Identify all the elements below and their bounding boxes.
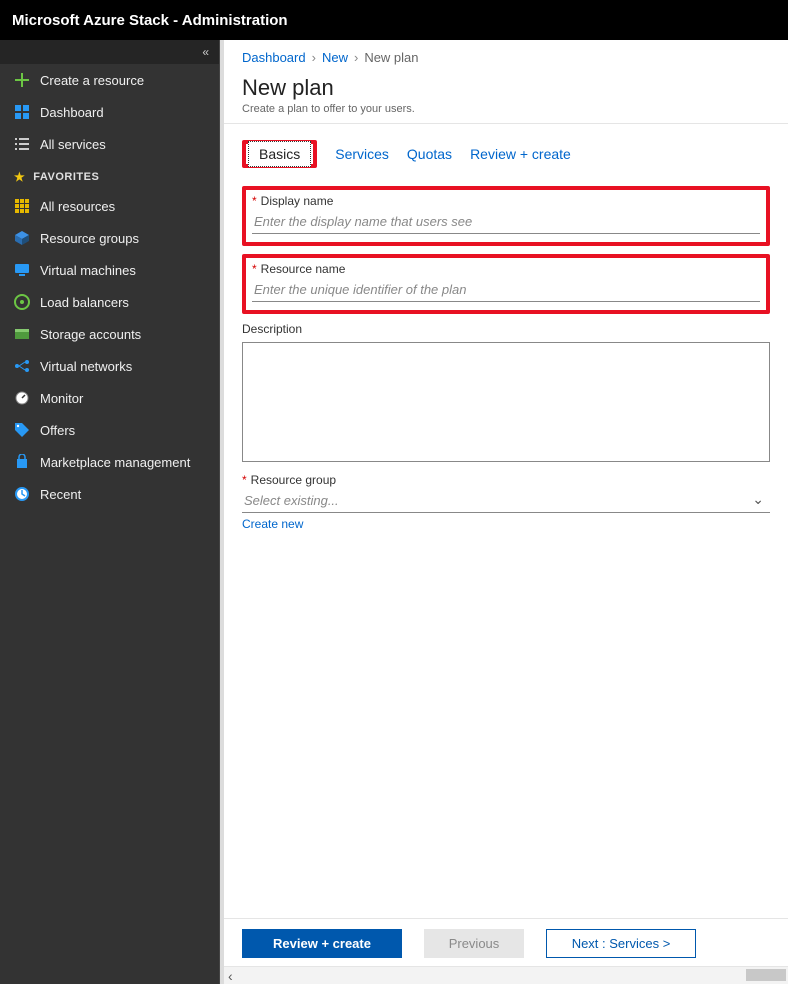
display-name-label: *Display name bbox=[252, 194, 760, 208]
shopping-bag-icon bbox=[14, 454, 30, 470]
display-name-input[interactable] bbox=[252, 210, 760, 234]
breadcrumb-current: New plan bbox=[364, 50, 418, 65]
sidebar-all-services[interactable]: All services bbox=[0, 128, 219, 160]
next-services-button[interactable]: Next : Services > bbox=[546, 929, 696, 958]
sidebar-item-resource-groups[interactable]: Resource groups bbox=[0, 222, 219, 254]
breadcrumb-new[interactable]: New bbox=[322, 50, 348, 65]
grid-icon bbox=[14, 198, 30, 214]
tab-review-create[interactable]: Review + create bbox=[470, 142, 571, 166]
nav-label: Monitor bbox=[40, 391, 83, 406]
monitor-icon bbox=[14, 262, 30, 278]
tag-icon bbox=[14, 422, 30, 438]
sidebar: « Create a resource Dashboard All servic… bbox=[0, 40, 220, 984]
tabs: Basics Services Quotas Review + create bbox=[224, 124, 788, 168]
sidebar-item-monitor[interactable]: Monitor bbox=[0, 382, 219, 414]
description-label: Description bbox=[242, 322, 770, 336]
nav-label: Virtual machines bbox=[40, 263, 136, 278]
plus-icon bbox=[14, 72, 30, 88]
main-panel: Dashboard › New › New plan New plan Crea… bbox=[220, 40, 788, 984]
required-mark: * bbox=[242, 473, 247, 487]
page-subtitle: Create a plan to offer to your users. bbox=[242, 103, 770, 115]
nav-label: All services bbox=[40, 137, 106, 152]
display-name-group: *Display name bbox=[242, 186, 770, 246]
sidebar-item-marketplace[interactable]: Marketplace management bbox=[0, 446, 219, 478]
nav-label: Load balancers bbox=[40, 295, 129, 310]
sidebar-item-storage-accounts[interactable]: Storage accounts bbox=[0, 318, 219, 350]
favorites-header: ★ FAVORITES bbox=[0, 160, 219, 190]
sidebar-create-resource[interactable]: Create a resource bbox=[0, 64, 219, 96]
resource-group-label: *Resource group bbox=[242, 473, 770, 487]
resource-group-group: *Resource group Select existing... Creat… bbox=[242, 473, 770, 531]
breadcrumb: Dashboard › New › New plan bbox=[224, 40, 788, 71]
chevron-double-left-icon: « bbox=[202, 45, 209, 59]
nav-label: Marketplace management bbox=[40, 455, 190, 470]
wizard-footer: Review + create Previous Next : Services… bbox=[224, 918, 788, 958]
clock-icon bbox=[14, 486, 30, 502]
app-title: Microsoft Azure Stack - Administration bbox=[12, 12, 288, 29]
chevron-right-icon: › bbox=[312, 50, 316, 65]
resource-name-group: *Resource name bbox=[242, 254, 770, 314]
resource-group-select[interactable]: Select existing... bbox=[242, 489, 770, 513]
previous-button: Previous bbox=[424, 929, 524, 958]
nav-label: Virtual networks bbox=[40, 359, 132, 374]
required-mark: * bbox=[252, 262, 257, 276]
sidebar-item-virtual-networks[interactable]: Virtual networks bbox=[0, 350, 219, 382]
nav-label: Recent bbox=[40, 487, 81, 502]
form-area: *Display name *Resource name Description… bbox=[224, 168, 788, 918]
star-icon: ★ bbox=[14, 170, 25, 184]
storage-icon bbox=[14, 326, 30, 342]
nav-label: Storage accounts bbox=[40, 327, 141, 342]
select-placeholder: Select existing... bbox=[244, 493, 339, 508]
sidebar-item-offers[interactable]: Offers bbox=[0, 414, 219, 446]
chevron-right-icon: › bbox=[354, 50, 358, 65]
gauge-icon bbox=[14, 390, 30, 406]
required-mark: * bbox=[252, 194, 257, 208]
favorites-label: FAVORITES bbox=[33, 171, 99, 183]
description-group: Description bbox=[242, 322, 770, 465]
description-textarea[interactable] bbox=[242, 342, 770, 462]
network-icon bbox=[14, 358, 30, 374]
breadcrumb-dashboard[interactable]: Dashboard bbox=[242, 50, 306, 65]
cube-icon bbox=[14, 230, 30, 246]
review-create-button[interactable]: Review + create bbox=[242, 929, 402, 958]
sidebar-item-load-balancers[interactable]: Load balancers bbox=[0, 286, 219, 318]
tab-label: Basics bbox=[248, 141, 311, 167]
nav-label: Resource groups bbox=[40, 231, 139, 246]
nav-label: All resources bbox=[40, 199, 115, 214]
tab-quotas[interactable]: Quotas bbox=[407, 142, 452, 166]
load-balancer-icon bbox=[14, 294, 30, 310]
list-icon bbox=[14, 136, 30, 152]
scroll-thumb[interactable] bbox=[746, 969, 786, 981]
nav-label: Dashboard bbox=[40, 105, 104, 120]
collapse-sidebar-button[interactable]: « bbox=[0, 40, 219, 64]
resource-name-label: *Resource name bbox=[252, 262, 760, 276]
nav-label: Offers bbox=[40, 423, 75, 438]
resource-name-input[interactable] bbox=[252, 278, 760, 302]
tab-services[interactable]: Services bbox=[335, 142, 389, 166]
dashboard-icon bbox=[14, 104, 30, 120]
sidebar-item-recent[interactable]: Recent bbox=[0, 478, 219, 510]
nav-label: Create a resource bbox=[40, 73, 144, 88]
page-title: New plan bbox=[242, 75, 770, 101]
sidebar-item-all-resources[interactable]: All resources bbox=[0, 190, 219, 222]
sidebar-item-virtual-machines[interactable]: Virtual machines bbox=[0, 254, 219, 286]
app-header: Microsoft Azure Stack - Administration bbox=[0, 0, 788, 40]
tab-basics[interactable]: Basics bbox=[242, 140, 317, 168]
horizontal-scrollbar[interactable]: ‹ bbox=[224, 966, 788, 984]
create-new-rg-link[interactable]: Create new bbox=[242, 517, 303, 531]
scroll-left-icon: ‹ bbox=[228, 968, 233, 984]
sidebar-dashboard[interactable]: Dashboard bbox=[0, 96, 219, 128]
